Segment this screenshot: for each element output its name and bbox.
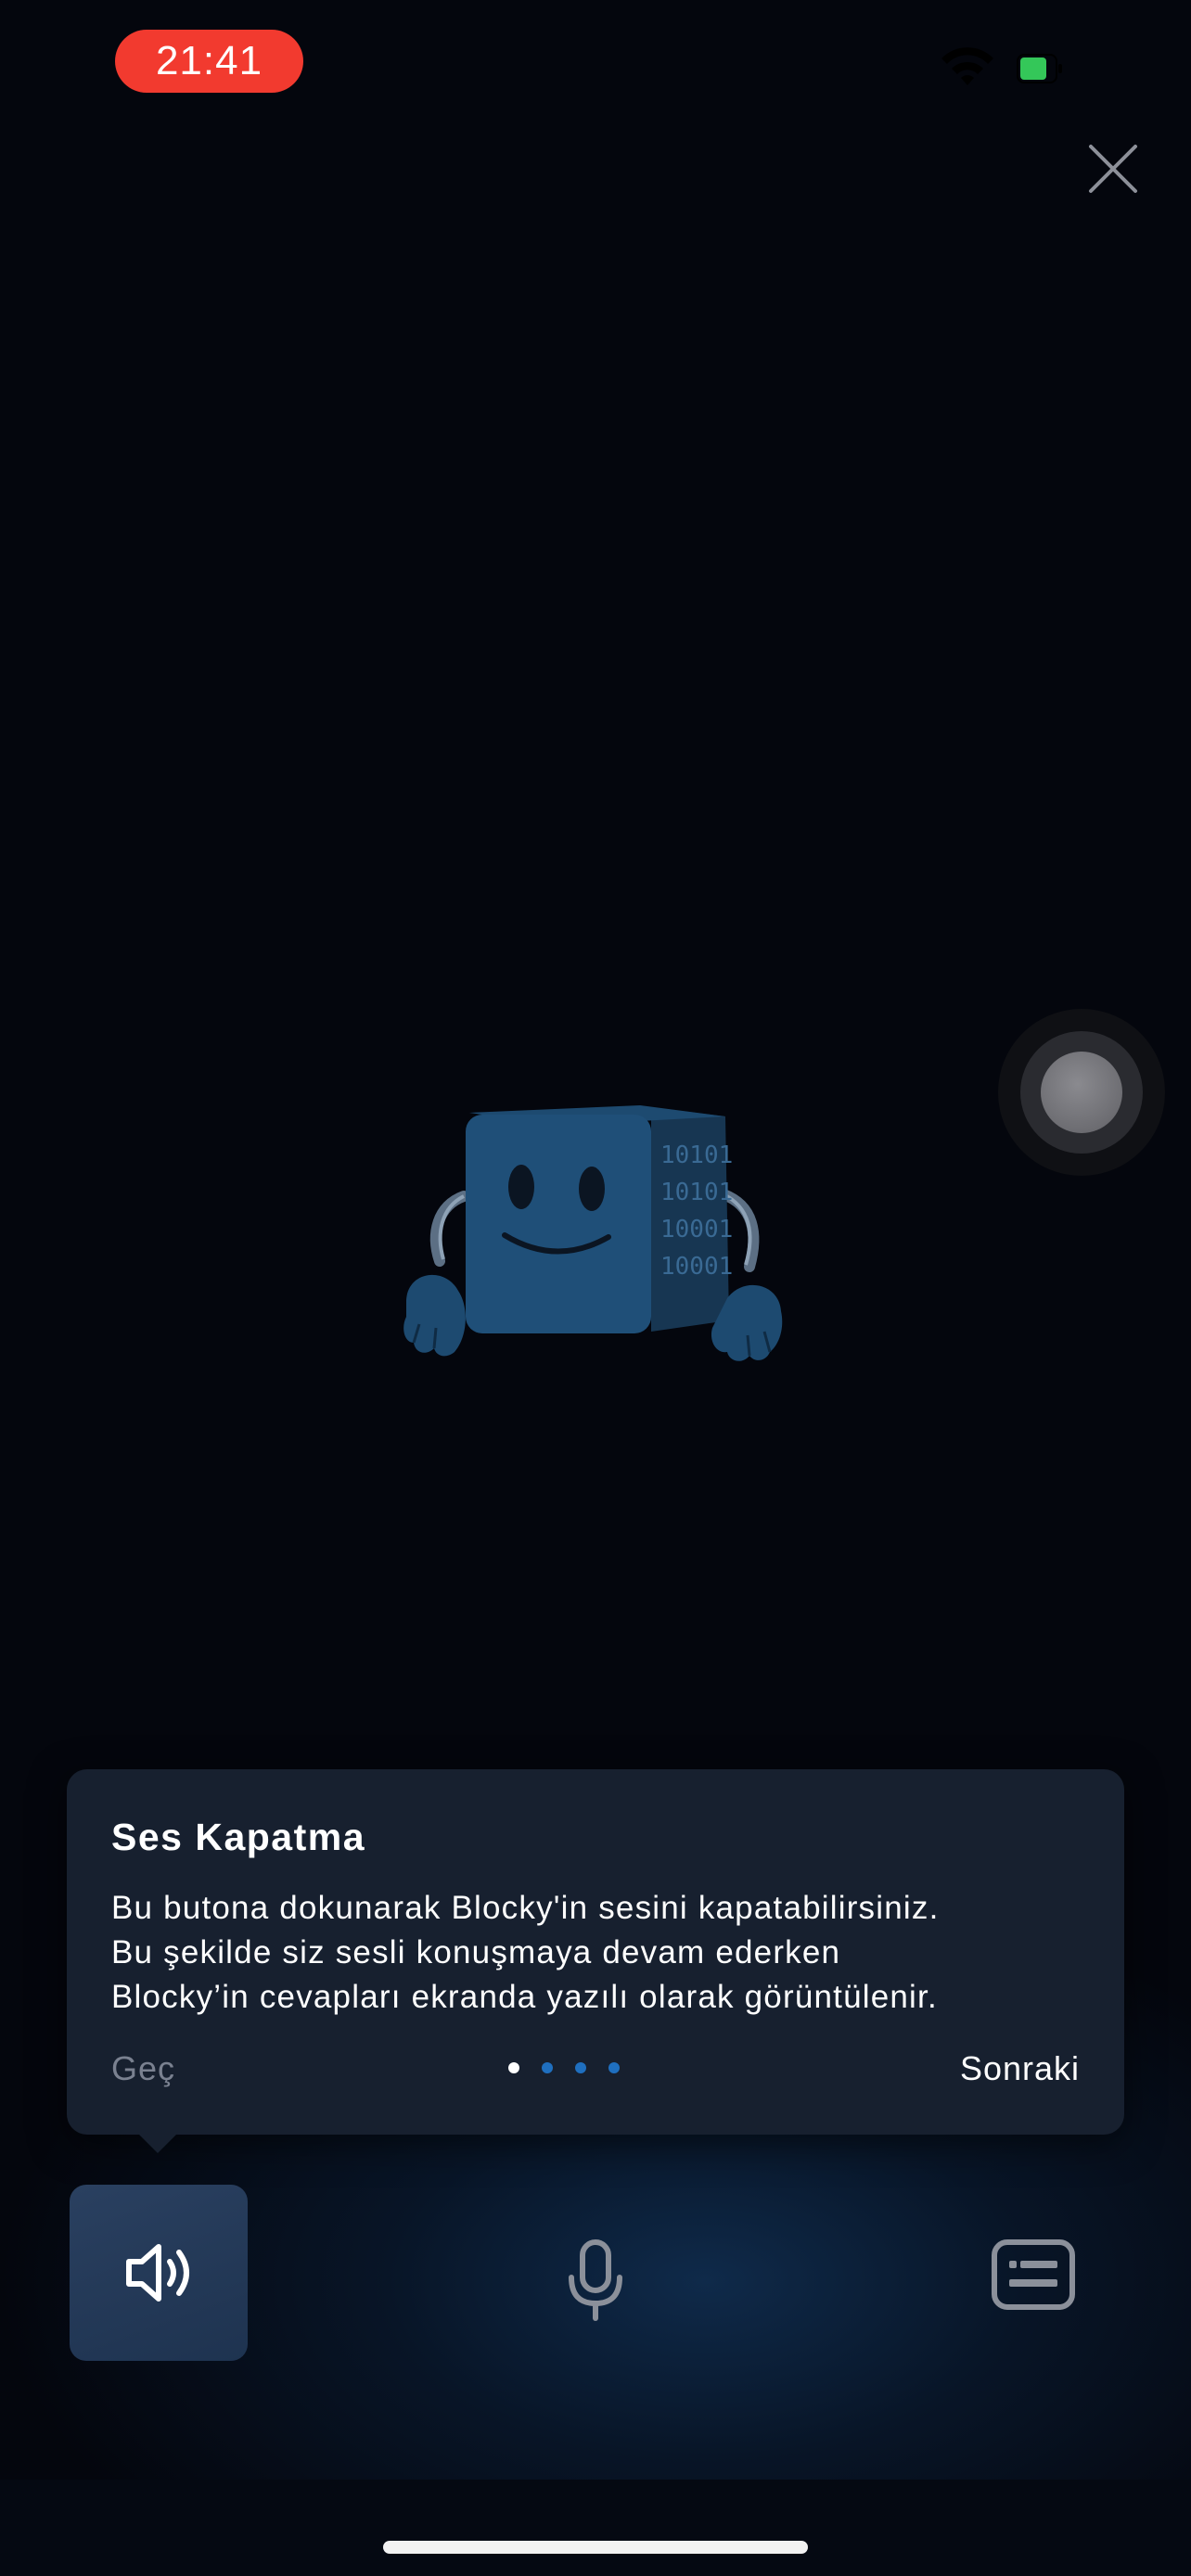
screen: 21:41 10101 10101 10001 10001 Ses Kapatm… <box>0 0 1191 2576</box>
wifi-icon <box>941 47 993 85</box>
cube-digits-4: 10001 <box>660 1253 733 1281</box>
keyboard-icon[interactable] <box>991 2235 1076 2315</box>
next-button[interactable]: Sonraki <box>960 2049 1080 2088</box>
bottom-controls <box>0 2179 1191 2365</box>
status-bar: 21:41 <box>0 0 1191 130</box>
status-time[interactable]: 21:41 <box>115 30 303 93</box>
cube-digits-2: 10101 <box>660 1179 733 1206</box>
page-dot[interactable] <box>542 2062 553 2073</box>
tooltip-body-line: Bu butona dokunarak Blocky'in sesini kap… <box>111 1890 940 1926</box>
tooltip-body: Bu butona dokunarak Blocky'in sesini kap… <box>111 1886 1095 2020</box>
assistive-touch-core <box>1041 1052 1122 1133</box>
mute-button[interactable] <box>70 2185 248 2361</box>
microphone-icon[interactable] <box>549 2235 642 2327</box>
tooltip-body-line: Blocky’in cevapları ekranda yazılı olara… <box>111 1979 938 2015</box>
skip-button[interactable]: Geç <box>111 2049 175 2088</box>
assistive-touch-button[interactable] <box>998 1009 1165 1176</box>
tooltip-title: Ses Kapatma <box>111 1816 366 1858</box>
battery-icon <box>1017 54 1062 83</box>
cube-digits-1: 10101 <box>660 1141 733 1169</box>
blocky-mascot: 10101 10101 10001 10001 <box>403 1105 783 1361</box>
tooltip-body-line: Bu şekilde siz sesli konuşmaya devam ede… <box>111 1934 841 1970</box>
onboarding-tooltip: Ses Kapatma Bu butona dokunarak Blocky'i… <box>67 1769 1124 2135</box>
cube-digits-3: 10001 <box>660 1216 733 1243</box>
tooltip-arrow <box>137 2133 178 2153</box>
speaker-icon <box>126 2244 189 2302</box>
page-dot[interactable] <box>575 2062 586 2073</box>
page-dot-active[interactable] <box>508 2062 519 2073</box>
home-indicator[interactable] <box>383 2541 808 2554</box>
home-strip <box>0 2480 1191 2576</box>
page-dot[interactable] <box>608 2062 620 2073</box>
close-icon[interactable] <box>1083 139 1143 198</box>
